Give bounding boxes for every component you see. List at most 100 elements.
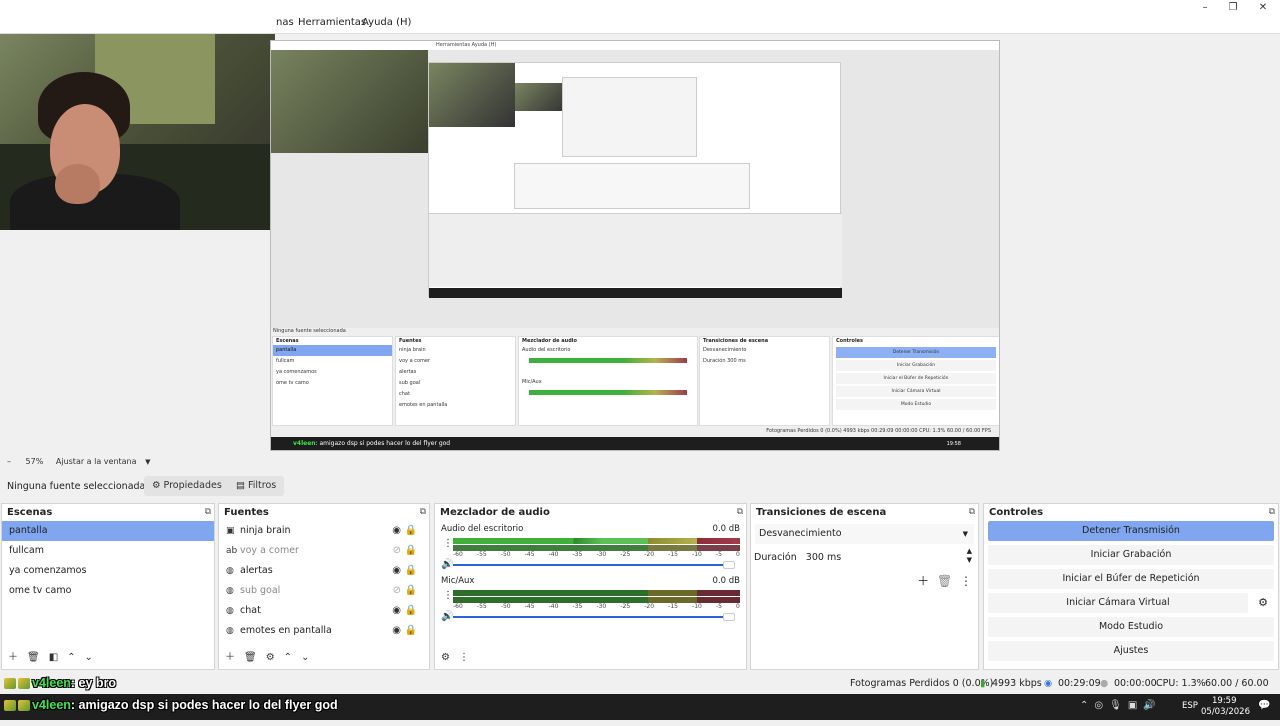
close-button[interactable]: ✕ — [1256, 2, 1270, 14]
duration-input[interactable]: 300 ms — [806, 552, 841, 563]
scene-item[interactable]: fullcam — [2, 541, 214, 561]
properties-button[interactable]: ⚙ Propiedades — [144, 476, 230, 496]
tray-app-icon[interactable]: ▣ — [1128, 700, 1143, 711]
volume-slider[interactable] — [453, 561, 735, 569]
nested-sources-header: Fuentes — [399, 338, 422, 344]
kebab-menu-icon[interactable]: ⋮ — [443, 538, 453, 549]
source-name: chat — [240, 605, 261, 616]
filter-icon[interactable]: ◧ — [49, 652, 58, 663]
menu-item-escenas[interactable]: nas — [276, 17, 294, 28]
eye-icon[interactable]: ◉ — [392, 601, 401, 621]
chevron-down-icon[interactable]: ⌄ — [85, 652, 93, 663]
lock-icon[interactable]: 🔒 — [405, 521, 417, 541]
undock-icon[interactable]: ⧉ — [420, 504, 426, 521]
chevron-up-icon[interactable]: ⌃ — [67, 652, 75, 663]
trash-icon[interactable]: 🗑 — [937, 574, 952, 588]
eye-icon[interactable]: ◉ — [392, 561, 401, 581]
gear-icon[interactable]: ⚙ — [266, 652, 275, 663]
language-indicator[interactable]: ESP — [1182, 701, 1198, 711]
emote-icon — [18, 700, 30, 712]
trash-icon[interactable]: 🗑 — [27, 652, 40, 663]
nested-screen — [428, 62, 842, 298]
taskbar: v4leen: amigazo dsp si podes hacer lo de… — [0, 694, 1280, 720]
kebab-menu-icon[interactable]: ⋮ — [459, 652, 469, 663]
add-icon[interactable]: ＋ — [917, 574, 929, 588]
advanced-audio-icon[interactable]: ⚙ — [441, 652, 450, 663]
undock-icon[interactable]: ⧉ — [1269, 504, 1275, 521]
zoom-minus-button[interactable]: – — [7, 457, 11, 466]
filters-button[interactable]: ▤ Filtros — [228, 476, 285, 496]
scene-item[interactable]: ya comenzamos — [2, 561, 214, 581]
speaker-icon[interactable]: 🔊 — [441, 611, 453, 622]
restore-button[interactable]: ❐ — [1226, 2, 1240, 14]
chevron-up-icon[interactable]: ⌃ — [284, 652, 292, 663]
lock-icon[interactable]: 🔒 — [405, 541, 417, 561]
scene-item[interactable]: ome tv camo — [2, 581, 214, 601]
trash-icon[interactable]: 🗑 — [244, 652, 257, 663]
nested-source-item: alertas — [399, 369, 417, 375]
eye-hidden-icon[interactable]: ⊘ — [393, 541, 401, 561]
start-recording-button[interactable]: Iniciar Grabación — [988, 545, 1274, 565]
source-item[interactable]: ◍ chat ◉ 🔒 — [219, 601, 429, 621]
clock-time[interactable]: 19:59 — [1212, 696, 1237, 706]
source-item[interactable]: ◍ emotes en pantalla ◉ 🔒 — [219, 621, 429, 641]
studio-mode-button[interactable]: Modo Estudio — [988, 617, 1274, 637]
speaker-icon[interactable]: 🔊 — [441, 559, 453, 570]
nested-controls-header: Controles — [836, 338, 864, 344]
nested-clock: 19:58 — [946, 441, 961, 447]
nested-control-button: Iniciar Grabación — [836, 360, 996, 371]
clock-date[interactable]: 05/03/2026 — [1201, 707, 1250, 717]
eye-icon[interactable]: ◉ — [392, 521, 401, 541]
chevron-down-icon[interactable]: ⌄ — [301, 652, 309, 663]
volume-slider[interactable] — [453, 613, 735, 621]
source-item[interactable]: ▣ ninja brain ◉ 🔒 — [219, 521, 429, 541]
add-icon[interactable]: ＋ — [8, 652, 18, 663]
volume-icon[interactable]: 🔊 — [1143, 700, 1161, 711]
mic-icon[interactable]: 🎙 — [1109, 700, 1128, 711]
lock-icon[interactable]: 🔒 — [405, 621, 417, 641]
steam-icon[interactable]: ◎ — [1094, 700, 1109, 711]
lock-icon[interactable]: 🔒 — [405, 601, 417, 621]
undock-icon[interactable]: ⧉ — [737, 504, 743, 521]
nested-source-item: sub goal — [399, 380, 421, 386]
zoom-bar: – 57% Ajustar a la ventana ▼ — [0, 454, 1280, 470]
source-item[interactable]: ◍ sub goal ⊘ 🔒 — [219, 581, 429, 601]
nested-control-button: Modo Estudio — [836, 399, 996, 410]
menu-item-herramientas[interactable]: Herramientas — [298, 17, 366, 28]
filter-icon: ▤ — [236, 480, 248, 491]
nested-mixer: Mezclador de audio Audio del escritorio … — [518, 336, 698, 426]
chevron-down-icon[interactable]: ▼ — [145, 458, 150, 466]
kebab-menu-icon[interactable]: ⋮ — [443, 590, 453, 601]
eye-hidden-icon[interactable]: ⊘ — [393, 581, 401, 601]
menu-item-ayuda[interactable]: Ayuda (H) — [362, 17, 411, 28]
settings-button[interactable]: Ajustes — [988, 641, 1274, 661]
lock-icon[interactable]: 🔒 — [405, 581, 417, 601]
start-virtual-camera-button[interactable]: Iniciar Cámara Virtual — [988, 593, 1248, 613]
browser-icon: ◍ — [226, 606, 234, 616]
kebab-menu-icon[interactable]: ⋮ — [960, 574, 972, 588]
scene-item[interactable]: pantalla — [2, 521, 214, 541]
nested-scene-item: fullcam — [276, 358, 295, 364]
tray-icons[interactable]: ⌃◎🎙▣🔊 — [1080, 700, 1162, 711]
nested-control-button: Iniciar Cámara Virtual — [836, 386, 996, 397]
eye-icon[interactable]: ◉ — [392, 621, 401, 641]
zoom-fit-select[interactable]: Ajustar a la ventana — [56, 457, 137, 466]
undock-icon[interactable]: ⧉ — [205, 504, 211, 521]
source-item[interactable]: ab voy a comer ⊘ 🔒 — [219, 541, 429, 561]
preview-canvas[interactable]: Herramientas Ayuda (H) Ninguna fuente se… — [0, 34, 1280, 454]
minimize-button[interactable]: – — [1198, 2, 1212, 14]
stop-streaming-button[interactable]: Detener Transmisión — [988, 521, 1274, 541]
transition-select[interactable]: Desvanecimiento ▼ — [755, 524, 974, 544]
notification-icon[interactable]: 💬 — [1258, 700, 1270, 711]
start-replay-buffer-button[interactable]: Iniciar el Búfer de Repetición — [988, 569, 1274, 589]
gear-icon[interactable]: ⚙ — [1258, 596, 1268, 609]
source-item[interactable]: ◍ alertas ◉ 🔒 — [219, 561, 429, 581]
lock-icon[interactable]: 🔒 — [405, 561, 417, 581]
sources-toolbar: ＋ 🗑 ⚙ ⌃ ⌄ — [219, 647, 429, 669]
spinner-icon[interactable]: ▲ ▼ — [967, 547, 972, 565]
source-name: ninja brain — [240, 525, 291, 536]
add-icon[interactable]: ＋ — [225, 652, 235, 663]
controls-dock: Controles ⧉ Detener Transmisión Iniciar G… — [983, 503, 1279, 670]
undock-icon[interactable]: ⧉ — [969, 504, 975, 521]
chevron-up-icon[interactable]: ⌃ — [1080, 700, 1094, 711]
